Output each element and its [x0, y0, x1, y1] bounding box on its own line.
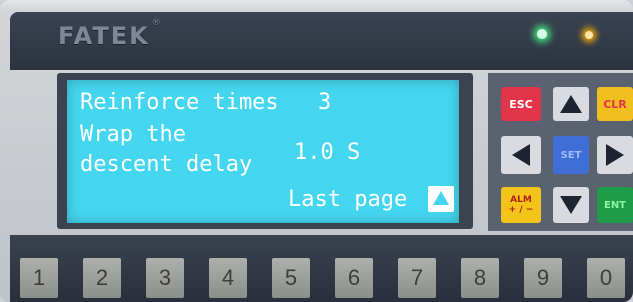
number-key-9[interactable]: 9 — [524, 258, 562, 298]
alm-label: ALM — [510, 195, 532, 205]
right-arrow-icon — [606, 144, 624, 166]
number-key-2[interactable]: 2 — [83, 258, 121, 298]
descent-delay-value[interactable]: 1.0 S — [294, 142, 360, 164]
left-arrow-button[interactable] — [501, 136, 541, 174]
esc-button[interactable]: ESC — [501, 87, 541, 121]
down-arrow-button[interactable] — [553, 187, 589, 223]
page-up-icon[interactable] — [428, 186, 454, 212]
number-key-3[interactable]: 3 — [146, 258, 184, 298]
descent-delay-label-line2: descent delay — [80, 152, 253, 177]
number-key-0[interactable]: 0 — [587, 258, 625, 298]
number-key-6[interactable]: 6 — [335, 258, 373, 298]
status-led-orange — [585, 31, 593, 39]
down-arrow-icon — [560, 196, 582, 214]
set-button[interactable]: SET — [553, 136, 589, 174]
up-arrow-button[interactable] — [553, 87, 589, 121]
ent-button[interactable]: ENT — [597, 187, 633, 223]
registered-mark: ® — [151, 18, 163, 28]
reinforce-times-label: Reinforce times — [80, 90, 279, 115]
number-key-4[interactable]: 4 — [209, 258, 247, 298]
status-led-green — [537, 29, 547, 39]
right-arrow-button[interactable] — [597, 136, 633, 174]
brand-name: FATEK — [58, 22, 150, 50]
reinforce-times-value[interactable]: 3 — [318, 92, 331, 114]
descent-delay-label-line1: Wrap the — [80, 122, 186, 147]
last-page-label[interactable]: Last page — [288, 189, 407, 211]
left-arrow-icon — [512, 144, 530, 166]
number-key-7[interactable]: 7 — [398, 258, 436, 298]
up-arrow-icon — [560, 95, 582, 113]
plus-minus-label: + / − — [508, 205, 534, 215]
alm-button[interactable]: ALM + / − — [501, 187, 541, 223]
hmi-device: FATEK ® Reinforce times 3 Wrap the descen… — [0, 0, 633, 302]
number-key-8[interactable]: 8 — [461, 258, 499, 298]
clr-button[interactable]: CLR — [597, 87, 633, 121]
number-key-5[interactable]: 5 — [272, 258, 310, 298]
number-key-1[interactable]: 1 — [20, 258, 58, 298]
brand-logo: FATEK ® — [58, 18, 163, 50]
